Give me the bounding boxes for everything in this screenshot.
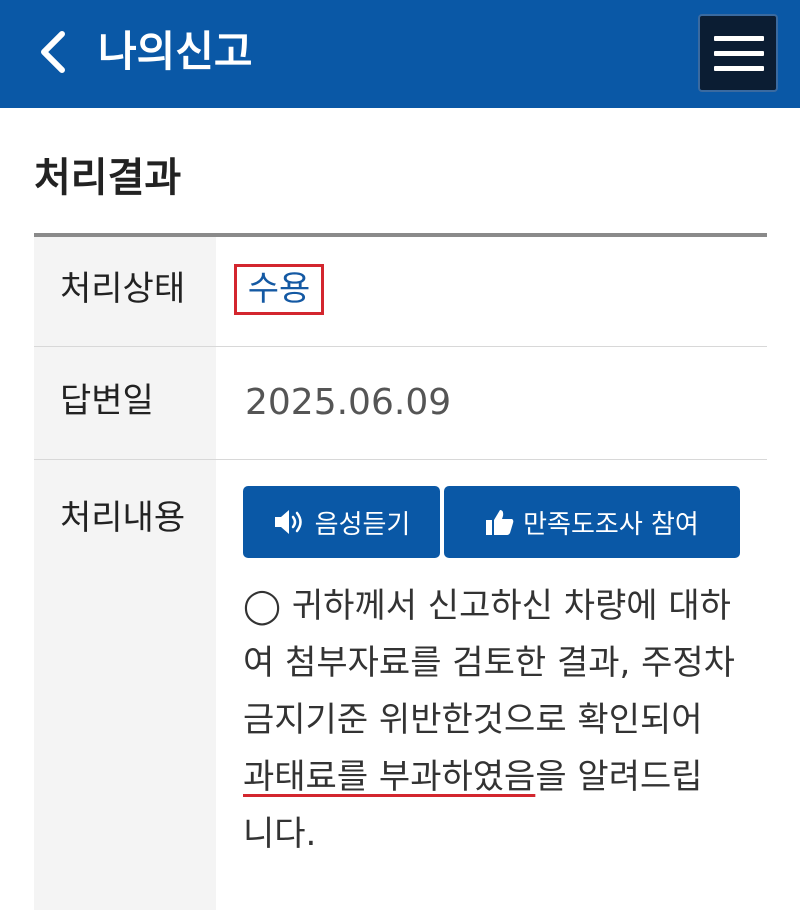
status-row: 처리상태 수용 <box>34 237 767 347</box>
content-label: 처리내용 <box>60 498 186 538</box>
status-highlight-box: 수용 <box>234 264 324 315</box>
hamburger-menu-icon-line <box>714 51 764 56</box>
menu-button[interactable] <box>698 14 778 92</box>
content-line: 과태료를 부과하였음을 알려드립 <box>243 749 743 806</box>
content-line: 니다. <box>243 814 317 854</box>
top-app-bar: 나의신고 <box>0 0 800 108</box>
label-cell: 처리내용 <box>34 460 216 910</box>
survey-button[interactable]: 만족도조사 참여 <box>444 486 740 558</box>
label-cell: 답변일 <box>34 347 216 459</box>
status-label: 처리상태 <box>60 269 186 309</box>
section-title: 처리결과 <box>34 155 182 201</box>
content-line: 여 첨부자료를 검토한 결과, 주정차 <box>243 643 735 683</box>
speaker-icon <box>273 508 307 536</box>
content-row: 처리내용 음성듣기 만족도조사 참여 ◯ 귀하께서 신고하신 차량에 대하 여 … <box>34 460 767 910</box>
answer-date-label: 답변일 <box>60 381 154 421</box>
thumbs-up-icon <box>485 508 515 536</box>
survey-button-label: 만족도조사 참여 <box>523 509 699 540</box>
answer-date-row: 답변일 2025.06.09 <box>34 347 767 460</box>
hamburger-menu-icon-line <box>714 66 764 71</box>
content-line-rest: 을 알려드립 <box>535 757 703 797</box>
page-title: 나의신고 <box>98 27 253 76</box>
listen-button-label: 음성듣기 <box>314 509 411 540</box>
content-text: ◯ 귀하께서 신고하신 차량에 대하 여 첨부자료를 검토한 결과, 주정차 금… <box>243 578 743 863</box>
hamburger-menu-icon <box>714 36 764 41</box>
listen-button[interactable]: 음성듣기 <box>243 486 440 558</box>
content-line: ◯ 귀하께서 신고하신 차량에 대하 <box>243 586 731 626</box>
back-button[interactable] <box>28 24 84 80</box>
content-line: 금지기준 위반한것으로 확인되어 <box>243 700 703 740</box>
result-table: 처리상태 수용 답변일 2025.06.09 처리내용 음성듣기 만족도조사 참… <box>34 233 767 910</box>
label-cell: 처리상태 <box>34 237 216 346</box>
answer-date-value: 2025.06.09 <box>245 382 452 423</box>
chevron-left-icon <box>41 31 65 73</box>
status-value: 수용 <box>247 269 311 309</box>
underlined-phrase: 과태료를 부과하였음 <box>243 757 536 797</box>
